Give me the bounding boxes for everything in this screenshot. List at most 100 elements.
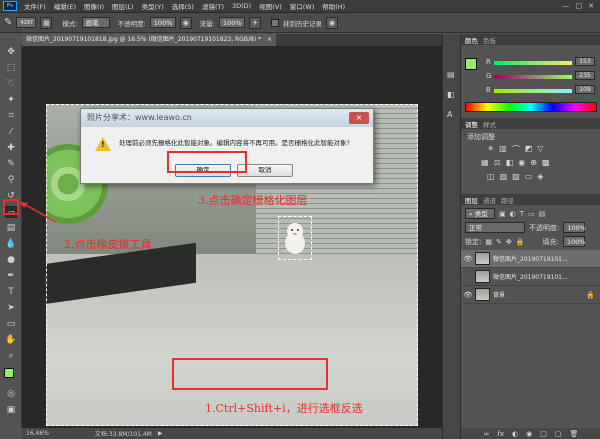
r-value[interactable]: 153 (575, 57, 595, 66)
menu-view[interactable]: 视图(V) (255, 1, 286, 11)
filter-shape-icon[interactable]: ▭ (528, 210, 535, 218)
dodge-tool-icon[interactable]: ● (5, 254, 17, 266)
brush-size-picker[interactable]: 4297 (16, 17, 37, 28)
filter-pixel-icon[interactable]: ▣ (499, 210, 506, 218)
clone-stamp-tool-icon[interactable]: ⚲ (5, 174, 17, 186)
foreground-color-swatch[interactable] (4, 368, 14, 378)
path-select-tool-icon[interactable]: ➤ (5, 302, 17, 314)
color-balance-icon[interactable]: ⚖ (494, 158, 501, 167)
eraser-preset-icon[interactable]: ✎ (4, 17, 12, 28)
b-slider[interactable] (494, 89, 572, 93)
layer-name[interactable]: 微信图片_20190719101... (493, 272, 568, 281)
opacity-pressure-icon[interactable]: ◉ (179, 16, 192, 29)
g-value[interactable]: 235 (575, 71, 595, 80)
color-lookup-icon[interactable]: ▩ (542, 158, 550, 167)
lock-pixels-icon[interactable]: ▦ (485, 238, 492, 246)
lasso-tool-icon[interactable]: ➰ (5, 78, 17, 90)
layer-name[interactable]: 背景 (493, 290, 505, 299)
invert-icon[interactable]: ◫ (487, 172, 495, 181)
filter-type-icon[interactable]: T (520, 210, 524, 218)
crop-tool-icon[interactable]: ⌗ (5, 110, 17, 122)
hue-sat-icon[interactable]: ▦ (481, 158, 489, 167)
status-arrow-icon[interactable]: ▶ (158, 430, 163, 437)
tab-swatches[interactable]: 色板 (483, 35, 496, 45)
tab-adjustments[interactable]: 调整 (465, 119, 478, 129)
channel-mixer-icon[interactable]: ⊕ (530, 158, 537, 167)
black-white-icon[interactable]: ◧ (506, 158, 514, 167)
group-icon[interactable]: □ (540, 430, 547, 438)
shape-tool-icon[interactable]: ▭ (5, 318, 17, 330)
menu-layer[interactable]: 图层(L) (108, 1, 138, 11)
document-tab-close-icon[interactable]: × (267, 36, 272, 43)
properties-panel-icon[interactable]: ◧ (447, 90, 455, 99)
blur-tool-icon[interactable]: 💧 (5, 238, 17, 250)
brush-tool-icon[interactable]: ✎ (5, 158, 17, 170)
size-pressure-icon[interactable]: ◉ (326, 16, 338, 29)
eye-icon[interactable]: 👁 (461, 291, 475, 299)
eyedropper-tool-icon[interactable]: ⁄ (5, 126, 17, 138)
levels-icon[interactable]: ▥ (499, 144, 507, 155)
history-panel-icon[interactable]: ▤ (447, 70, 455, 79)
lock-paint-icon[interactable]: ✎ (496, 238, 502, 246)
menu-window[interactable]: 窗口(W) (286, 1, 319, 11)
layer-row[interactable]: 👁 微信图片_20190719101... (461, 250, 600, 268)
flow-input[interactable]: 100% (219, 17, 245, 28)
mode-select[interactable]: 画笔 (81, 17, 110, 28)
eye-icon[interactable]: 👁 (461, 255, 475, 263)
layer-name[interactable]: 微信图片_20190719101... (493, 254, 568, 263)
menu-type[interactable]: 类型(Y) (138, 1, 168, 11)
layer-row[interactable]: 👁 背景 🔒 (461, 286, 600, 304)
exposure-icon[interactable]: ◩ (525, 144, 533, 155)
tab-styles[interactable]: 样式 (483, 119, 496, 129)
document-tab[interactable]: 微信图片_20190719101818.jpg @ 16.5% (微信图片_20… (22, 34, 276, 46)
menu-image[interactable]: 图像(I) (80, 1, 108, 11)
marquee-tool-icon[interactable]: ⬚ (5, 62, 17, 74)
lock-all-icon[interactable]: 🔒 (516, 238, 525, 246)
maximize-button[interactable]: □ (576, 2, 583, 10)
type-tool-icon[interactable]: T (5, 286, 17, 298)
color-spectrum-bar[interactable] (465, 102, 597, 112)
layer-kind-filter[interactable]: ⌕ 类型 (465, 208, 495, 219)
hand-tool-icon[interactable]: ✋ (5, 334, 17, 346)
fill-input[interactable]: 100% (562, 236, 585, 247)
minimize-button[interactable]: — (563, 2, 570, 10)
layer-style-icon[interactable]: fx (497, 430, 504, 438)
filter-smart-icon[interactable]: ▤ (539, 210, 546, 218)
quick-mask-icon[interactable]: ◎ (5, 388, 17, 400)
zoom-level[interactable]: 16.46% (26, 430, 49, 437)
g-slider[interactable] (494, 75, 572, 79)
menu-3d[interactable]: 3D(D) (228, 2, 255, 10)
menu-file[interactable]: 文件(F) (20, 1, 50, 11)
airbrush-icon[interactable]: ✈ (249, 16, 261, 29)
threshold-icon[interactable]: ▧ (512, 172, 520, 181)
brightness-icon[interactable]: ☀ (487, 144, 494, 155)
screen-mode-icon[interactable]: ▣ (5, 404, 17, 416)
curves-icon[interactable]: ⌒ (512, 144, 520, 155)
adjustment-layer-icon[interactable]: ◉ (526, 430, 532, 438)
layer-opacity-input[interactable]: 100% (563, 222, 586, 233)
quick-select-tool-icon[interactable]: ✦ (5, 94, 17, 106)
zoom-tool-icon[interactable]: ⌕ (5, 350, 17, 362)
layer-row[interactable]: 微信图片_20190719101... (461, 268, 600, 286)
tab-channels[interactable]: 通道 (483, 195, 496, 205)
healing-brush-tool-icon[interactable]: ✚ (5, 142, 17, 154)
photo-filter-icon[interactable]: ◉ (518, 158, 525, 167)
menu-edit[interactable]: 编辑(E) (50, 1, 80, 11)
b-value[interactable]: 109 (575, 85, 595, 94)
menu-select[interactable]: 选择(S) (168, 1, 198, 11)
r-slider[interactable] (494, 61, 572, 65)
pen-tool-icon[interactable]: ✒ (5, 270, 17, 282)
erase-to-history-checkbox[interactable] (271, 18, 279, 27)
layer-mask-icon[interactable]: ◐ (512, 430, 518, 438)
move-tool-icon[interactable]: ✥ (5, 46, 17, 58)
close-window-button[interactable]: ✕ (588, 2, 594, 10)
menu-filter[interactable]: 滤镜(T) (198, 1, 228, 11)
brush-panel-toggle-icon[interactable]: ▦ (40, 16, 53, 29)
tab-color[interactable]: 颜色 (465, 35, 478, 45)
gradient-map-icon[interactable]: ▭ (525, 172, 533, 181)
lock-move-icon[interactable]: ✥ (506, 238, 512, 246)
tab-layers[interactable]: 图层 (465, 195, 478, 205)
color-fg-swatch[interactable] (465, 58, 477, 70)
vibrance-icon[interactable]: ▽ (537, 144, 543, 155)
posterize-icon[interactable]: ▨ (500, 172, 508, 181)
